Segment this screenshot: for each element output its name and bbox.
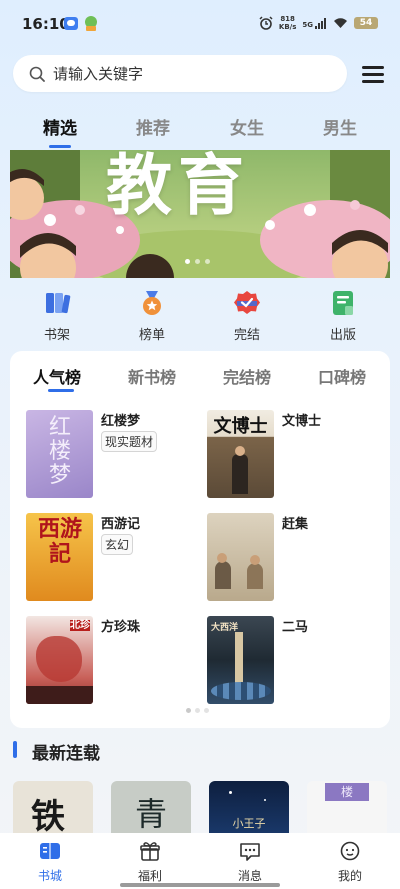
book-tag: 现实题材 xyxy=(101,431,158,452)
message-icon xyxy=(240,843,260,861)
book-cover: 北珍 xyxy=(26,616,93,704)
rank-tab-completed[interactable]: 完结榜 xyxy=(223,364,271,388)
app-notification-icon-2 xyxy=(85,16,97,31)
gift-icon xyxy=(140,842,160,861)
bookshelf-icon xyxy=(46,293,71,314)
rank-book[interactable]: 西游記 西游记 玄幻 xyxy=(26,513,206,603)
tab-male[interactable]: 男生 xyxy=(310,114,370,139)
signal-indicator: 5G xyxy=(302,17,327,29)
medal-icon xyxy=(143,291,161,315)
rank-tab-popular[interactable]: 人气榜 xyxy=(33,364,81,388)
quick-nav: 书架 榜单 完结 出版 xyxy=(0,290,400,346)
banner-pagination xyxy=(185,259,210,264)
network-speed: 818 KB/s xyxy=(278,15,297,31)
book-cover: 红楼梦 xyxy=(26,410,93,498)
banner-dot xyxy=(185,259,190,264)
book-title: 西游记 xyxy=(101,517,141,532)
signal-icon xyxy=(315,17,326,29)
menu-icon[interactable] xyxy=(362,66,384,83)
nav-welfare[interactable]: 福利 xyxy=(120,841,180,884)
quick-publish[interactable]: 出版 xyxy=(313,290,373,343)
quick-bookshelf[interactable]: 书架 xyxy=(27,290,87,343)
book-title: 方珍珠 xyxy=(101,620,141,635)
book-cover: 大西洋 xyxy=(207,616,274,704)
badge-check-icon xyxy=(234,291,260,314)
book-title: 赶集 xyxy=(282,517,309,532)
book-tag: 玄幻 xyxy=(101,534,134,555)
banner-dot xyxy=(195,259,200,264)
status-bar: 16:10 818 KB/s 5G 54 xyxy=(0,0,400,48)
profile-icon xyxy=(340,841,360,861)
search-icon xyxy=(29,66,45,82)
book-title: 红楼梦 xyxy=(101,414,141,429)
app-notification-icon xyxy=(64,17,78,30)
search-bar[interactable] xyxy=(13,55,347,92)
rank-book[interactable]: 红楼梦 红楼梦 现实题材 xyxy=(26,410,206,500)
tab-female[interactable]: 女生 xyxy=(217,114,277,139)
nav-profile[interactable]: 我的 xyxy=(320,841,380,884)
section-accent-bar xyxy=(13,741,17,758)
nav-messages[interactable]: 消息 xyxy=(220,841,280,884)
tab-recommended[interactable]: 推荐 xyxy=(123,114,183,139)
banner-title: 教育 xyxy=(106,150,250,224)
bottom-nav: 书城 福利 消息 我的 xyxy=(0,833,400,889)
rank-book[interactable]: 文博士 文博士 xyxy=(207,410,387,500)
book-cover xyxy=(207,513,274,601)
search-input[interactable] xyxy=(53,64,303,83)
publish-icon xyxy=(333,291,353,315)
pagination-dot xyxy=(186,708,191,713)
book-title: 文博士 xyxy=(282,414,322,429)
book-city-icon xyxy=(40,843,60,859)
rank-book[interactable]: 大西洋 二马 xyxy=(207,616,387,706)
ranking-card: 人气榜 新书榜 完结榜 口碑榜 红楼梦 红楼梦 现实题材 文博士 文博士 西游記… xyxy=(10,351,390,728)
rank-tab-underline xyxy=(48,389,74,392)
book-cover: 文博士 xyxy=(207,410,274,498)
wifi-icon xyxy=(334,18,347,28)
book-title: 二马 xyxy=(282,620,309,635)
rank-book[interactable]: 北珍 方珍珠 xyxy=(26,616,206,706)
top-tabs: 精选 推荐 女生 男生 xyxy=(0,114,400,154)
book-cover: 西游記 xyxy=(26,513,93,601)
pagination-dot xyxy=(195,708,200,713)
tab-featured[interactable]: 精选 xyxy=(30,114,90,139)
rank-tab-new[interactable]: 新书榜 xyxy=(128,364,176,388)
status-time: 16:10 xyxy=(22,15,70,33)
tab-underline xyxy=(49,145,71,148)
pagination-dot xyxy=(204,708,209,713)
rank-book[interactable]: 赶集 xyxy=(207,513,387,603)
rank-tab-reputation[interactable]: 口碑榜 xyxy=(318,364,366,388)
battery-indicator: 54 xyxy=(354,17,378,29)
banner-dot xyxy=(205,259,210,264)
quick-ranking[interactable]: 榜单 xyxy=(122,290,182,343)
home-indicator[interactable] xyxy=(120,883,280,887)
ranking-pagination xyxy=(186,708,209,713)
alarm-icon xyxy=(259,16,273,30)
nav-book-city[interactable]: 书城 xyxy=(20,841,80,884)
quick-completed[interactable]: 完结 xyxy=(217,290,277,343)
section-title-latest: 最新连载 xyxy=(32,744,100,764)
